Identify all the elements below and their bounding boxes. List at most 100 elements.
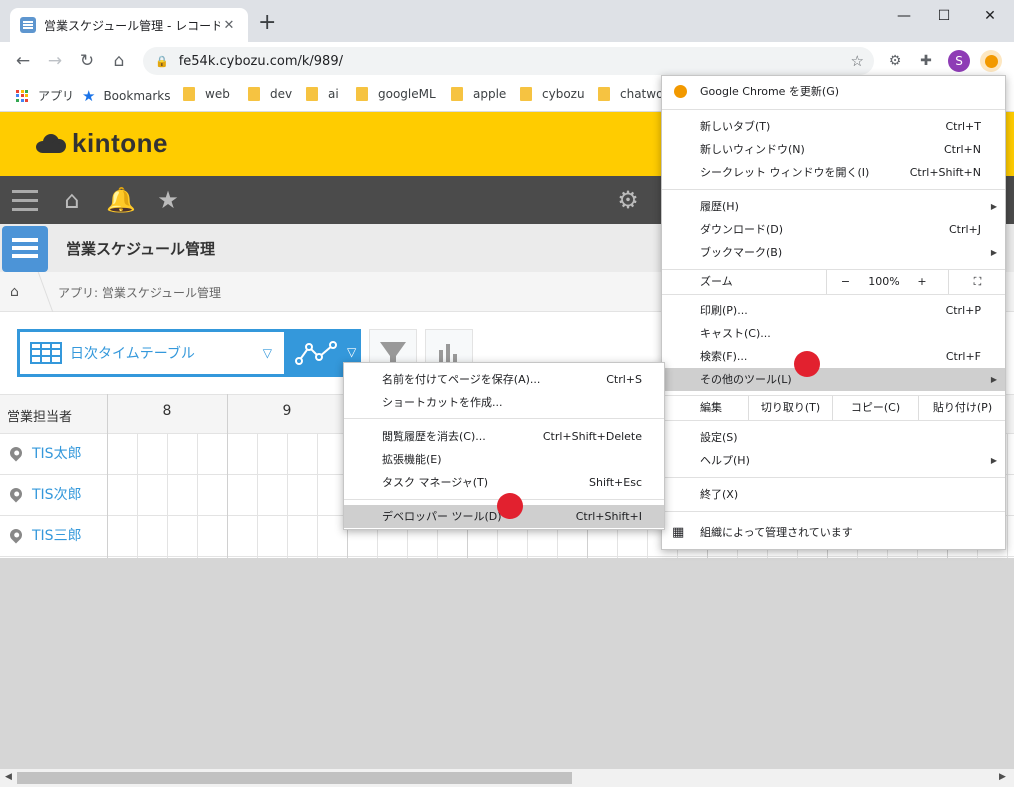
new-tab-button[interactable]: + [258,12,276,34]
menu-new-window[interactable]: 新しいウィンドウ(N) Ctrl+N [662,138,1005,161]
bookmark-bookmarks[interactable]: ★ Bookmarks [82,87,171,105]
menu-cast[interactable]: キャスト(C)... [662,322,1005,345]
profile-avatar[interactable]: S [948,50,970,72]
edit-cut-button[interactable]: 切り取り(T) [748,396,832,420]
apps-grid-icon [16,89,28,102]
kintone-cloud-icon [36,133,68,155]
location-pin-icon [7,526,25,544]
horizontal-scrollbar[interactable]: ◀ ▶ [0,769,1014,787]
bookmark-folder-apple[interactable]: apple [451,87,506,101]
view-selector[interactable]: 日次タイムテーブル ▽ ▽ [17,329,361,377]
menu-new-tab[interactable]: 新しいタブ(T) Ctrl+T [662,115,1005,138]
folder-icon [356,87,368,101]
menu-edit: 編集 切り取り(T) コピー(C) 貼り付け(P) [662,396,1005,420]
folder-icon [183,87,195,101]
settings-extension-icon[interactable]: ⚙ [885,51,905,71]
menu-bookmarks[interactable]: ブックマーク(B) ▶ [662,241,1005,264]
annotation-marker [497,493,523,519]
extensions-puzzle-icon[interactable]: ✚ [916,51,936,71]
menu-task-manager[interactable]: タスク マネージャ(T) Shift+Esc [344,471,664,494]
bookmark-folder-dev[interactable]: dev [248,87,292,101]
menu-help[interactable]: ヘルプ(H) ▶ [662,449,1005,472]
folder-icon [306,87,318,101]
maximize-button[interactable]: ☐ [926,4,962,28]
tab-title: 営業スケジュール管理 - レコードの一覧 [44,18,220,33]
edit-paste-button[interactable]: 貼り付け(P) [918,396,1006,420]
annotation-marker [794,351,820,377]
folder-icon [520,87,532,101]
bookmark-folder-googleml[interactable]: googleML [356,87,436,101]
building-icon: ▦ [672,525,685,540]
minimize-button[interactable]: — [886,4,922,28]
forward-arrow-icon[interactable]: → [44,50,66,72]
scrollbar-thumb[interactable] [17,772,572,784]
kintone-list-icon [20,17,36,33]
back-arrow-icon[interactable]: ← [12,50,34,72]
hour-label: 9 [282,403,292,419]
bookmark-star-icon[interactable]: ☆ [851,52,864,70]
menu-find[interactable]: 検索(F)... Ctrl+F [662,345,1005,368]
edit-copy-button[interactable]: コピー(C) [832,396,918,420]
scroll-left-arrow-icon[interactable]: ◀ [5,772,12,782]
bookmark-apps[interactable]: アプリ [16,87,74,104]
bell-icon[interactable]: 🔔 [106,186,136,214]
lock-icon[interactable]: 🔒 [155,55,169,68]
close-window-button[interactable]: ✕ [972,4,1008,28]
star-icon: ★ [82,87,96,105]
bookmark-folder-web[interactable]: web [183,87,230,101]
favorites-star-icon[interactable]: ★ [154,186,182,214]
fullscreen-icon[interactable]: ⛶ [948,270,1006,294]
chevron-down-icon[interactable]: ▽ [263,346,272,360]
menu-incognito[interactable]: シークレット ウィンドウを開く(I) Ctrl+Shift+N [662,161,1005,184]
app-name: 営業スケジュール管理 [66,240,215,258]
menu-zoom: ズーム − 100% + ⛶ [662,270,1005,294]
breadcrumb-home-icon[interactable]: ⌂ [10,284,19,300]
menu-create-shortcut[interactable]: ショートカットを作成... [344,391,664,414]
menu-managed[interactable]: ▦ 組織によって管理されています [662,521,1005,544]
home-icon[interactable]: ⌂ [58,186,86,214]
tab-close-icon[interactable]: ✕ [220,18,238,33]
menu-settings[interactable]: 設定(S) [662,426,1005,449]
gear-icon[interactable]: ⚙ [614,186,642,214]
menu-clear-browsing-data[interactable]: 閲覧履歴を消去(C)... Ctrl+Shift+Delete [344,425,664,448]
menu-extensions[interactable]: 拡張機能(E) [344,448,664,471]
tab-strip: 営業スケジュール管理 - レコードの一覧 ✕ + — ☐ ✕ [0,0,1014,42]
row-name-link[interactable]: TIS太郎 [7,443,82,463]
submenu-arrow-icon: ▶ [990,248,997,257]
graph-icon[interactable] [295,339,339,367]
menu-downloads[interactable]: ダウンロード(D) Ctrl+J [662,218,1005,241]
zoom-level: 100% [868,275,900,288]
zoom-in-button[interactable]: + [904,270,940,294]
zoom-out-button[interactable]: − [826,270,864,294]
bookmark-folder-ai[interactable]: ai [306,87,339,101]
submenu-arrow-icon: ▶ [990,456,997,465]
bookmark-folder-cybozu[interactable]: cybozu [520,87,585,101]
reload-icon[interactable]: ↻ [76,50,98,72]
bookmark-folder-chatwork[interactable]: chatwor [598,87,668,101]
folder-icon [451,87,463,101]
hamburger-menu-icon[interactable] [12,190,38,211]
menu-update-chrome[interactable]: Google Chrome を更新(G) [662,80,1005,103]
update-icon [674,85,687,98]
scroll-right-arrow-icon[interactable]: ▶ [999,772,1006,782]
hour-label: 8 [162,403,172,419]
menu-save-page[interactable]: 名前を付けてページを保存(A)... Ctrl+S [344,368,664,391]
folder-icon [248,87,260,101]
chrome-menu-update-icon[interactable] [980,50,1002,72]
menu-print[interactable]: 印刷(P)... Ctrl+P [662,299,1005,322]
browser-tab[interactable]: 営業スケジュール管理 - レコードの一覧 ✕ [10,8,248,42]
home-icon[interactable]: ⌂ [108,50,130,72]
kintone-logo[interactable]: kintone [36,128,168,159]
breadcrumb-app-link[interactable]: アプリ: 営業スケジュール管理 [58,284,221,301]
address-bar[interactable]: 🔒 fe54k.cybozu.com/k/989/ ☆ [143,47,874,75]
menu-history[interactable]: 履歴(H) ▶ [662,195,1005,218]
chrome-main-menu: Google Chrome を更新(G) 新しいタブ(T) Ctrl+T 新しいウ… [661,75,1006,550]
menu-exit[interactable]: 終了(X) [662,483,1005,506]
location-pin-icon [7,485,25,503]
view-name: 日次タイムテーブル [70,346,195,362]
menu-more-tools[interactable]: その他のツール(L) ▶ [662,368,1005,391]
row-name-link[interactable]: TIS次郎 [7,484,82,504]
graph-chevron-down-icon[interactable]: ▽ [347,345,356,359]
row-name-link[interactable]: TIS三郎 [7,525,82,545]
submenu-arrow-icon: ▶ [990,202,997,211]
